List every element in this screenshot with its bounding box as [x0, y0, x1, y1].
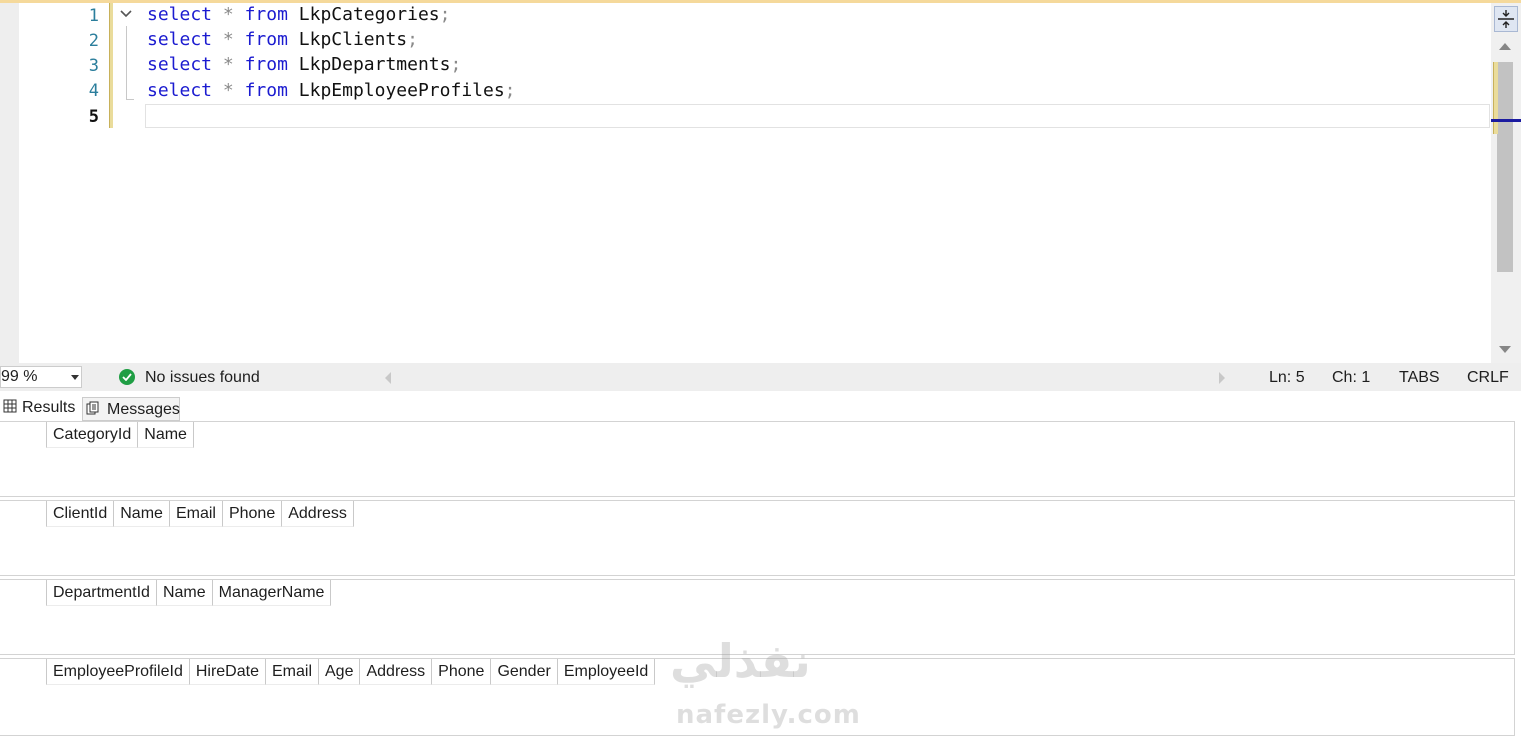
- chevron-down-icon[interactable]: [118, 6, 134, 22]
- results-tab-strip: [0, 391, 1521, 421]
- line-ending-indicator[interactable]: CRLF: [1467, 368, 1509, 388]
- column-header[interactable]: Name: [155, 580, 212, 606]
- tab-results[interactable]: Results: [0, 396, 80, 420]
- fold-guide-end: [126, 99, 134, 100]
- sql-keyword: from: [244, 54, 288, 75]
- code-line[interactable]: select * from LkpClients;: [147, 27, 418, 52]
- line-indicator: Ln: 5: [1269, 369, 1305, 386]
- column-header[interactable]: Name: [113, 501, 169, 527]
- scrollbar-caret-marker: [1491, 119, 1521, 122]
- split-editor-button[interactable]: [1494, 6, 1518, 32]
- tab-messages-label: Messages: [107, 401, 180, 418]
- code-line[interactable]: select * from LkpDepartments;: [147, 52, 461, 77]
- change-tracking-bar: [109, 3, 113, 128]
- table-name: LkpClients: [298, 29, 408, 50]
- column-header[interactable]: Address: [281, 501, 354, 527]
- column-header[interactable]: Name: [137, 422, 194, 448]
- column-header[interactable]: EmployeeProfileId: [46, 659, 189, 685]
- sql-keyword: select: [147, 29, 213, 50]
- column-header[interactable]: DepartmentId: [46, 580, 156, 606]
- scroll-down-arrow-icon[interactable]: [1499, 346, 1511, 353]
- fold-guide: [126, 26, 127, 100]
- current-line-highlight[interactable]: [145, 104, 1490, 128]
- watermark-logo: نفذلي: [670, 634, 811, 688]
- watermark-url: nafezly.com: [676, 700, 861, 730]
- column-header[interactable]: Age: [318, 659, 360, 685]
- line-number: 2: [88, 31, 99, 51]
- sql-operator: *: [222, 4, 234, 25]
- messages-icon: [86, 401, 99, 415]
- table-name: LkpDepartments: [298, 54, 451, 75]
- scrollbar-change-marker: [1493, 62, 1498, 134]
- code-line[interactable]: select * from LkpCategories;: [147, 2, 451, 27]
- tab-messages[interactable]: Messages: [82, 397, 180, 421]
- grid-header-row: CategoryId Name: [46, 422, 194, 448]
- sql-keyword: select: [147, 4, 213, 25]
- table-name: LkpCategories: [298, 4, 440, 25]
- column-header[interactable]: ManagerName: [211, 580, 332, 606]
- sql-keyword: from: [244, 29, 288, 50]
- column-header[interactable]: Phone: [221, 501, 282, 527]
- sql-keyword: from: [244, 80, 288, 101]
- tab-results-label: Results: [22, 399, 76, 416]
- column-header[interactable]: EmployeeId: [556, 659, 656, 685]
- scroll-up-arrow-icon[interactable]: [1499, 43, 1511, 50]
- column-header[interactable]: HireDate: [188, 659, 265, 685]
- column-header[interactable]: Phone: [431, 659, 491, 685]
- sql-operator: *: [222, 80, 234, 101]
- sql-keyword: select: [147, 54, 213, 75]
- line-number-gutter: 1 2 3 4 5: [19, 3, 109, 363]
- zoom-value: 99 %: [1, 368, 38, 385]
- indent-indicator[interactable]: TABS: [1399, 368, 1440, 388]
- code-line[interactable]: select * from LkpEmployeeProfiles;: [147, 78, 516, 103]
- issues-status[interactable]: No issues found: [145, 368, 260, 388]
- column-header[interactable]: CategoryId: [46, 422, 138, 448]
- scroll-left-arrow-icon[interactable]: [385, 372, 391, 384]
- column-header[interactable]: Email: [168, 501, 222, 527]
- grid-header-row: DepartmentId Name ManagerName: [46, 580, 332, 606]
- grid-header-row: EmployeeProfileId HireDate Email Age Add…: [46, 659, 656, 685]
- table-name: LkpEmployeeProfiles: [298, 80, 505, 101]
- column-header[interactable]: Gender: [490, 659, 557, 685]
- scroll-right-arrow-icon[interactable]: [1219, 372, 1225, 384]
- check-circle-icon: [119, 369, 135, 385]
- column-header[interactable]: Email: [264, 659, 318, 685]
- line-number-current: 5: [88, 107, 99, 127]
- sql-operator: *: [222, 29, 234, 50]
- sql-keyword: select: [147, 80, 213, 101]
- result-grid[interactable]: CategoryId Name: [0, 421, 1515, 497]
- dropdown-arrow-icon[interactable]: [71, 375, 79, 380]
- sql-semicolon: ;: [407, 29, 418, 50]
- line-number: 4: [88, 81, 99, 101]
- split-icon: [1498, 10, 1514, 28]
- line-number: 1: [88, 6, 99, 26]
- column-header[interactable]: ClientId: [46, 501, 114, 527]
- zoom-dropdown[interactable]: 99 %: [0, 366, 82, 388]
- sql-keyword: from: [244, 4, 288, 25]
- sql-operator: *: [222, 54, 234, 75]
- sql-semicolon: ;: [439, 4, 451, 25]
- sql-semicolon: ;: [504, 80, 516, 101]
- column-header[interactable]: Address: [359, 659, 432, 685]
- grid-header-row: ClientId Name Email Phone Address: [46, 501, 354, 527]
- grid-icon: [3, 399, 17, 413]
- char-indicator: Ch: 1: [1332, 369, 1371, 386]
- result-grid[interactable]: ClientId Name Email Phone Address: [0, 500, 1515, 576]
- line-number: 3: [88, 56, 99, 76]
- vertical-scroll-thumb[interactable]: [1497, 62, 1513, 272]
- editor-selection-margin: [0, 3, 19, 363]
- sql-semicolon: ;: [450, 54, 462, 75]
